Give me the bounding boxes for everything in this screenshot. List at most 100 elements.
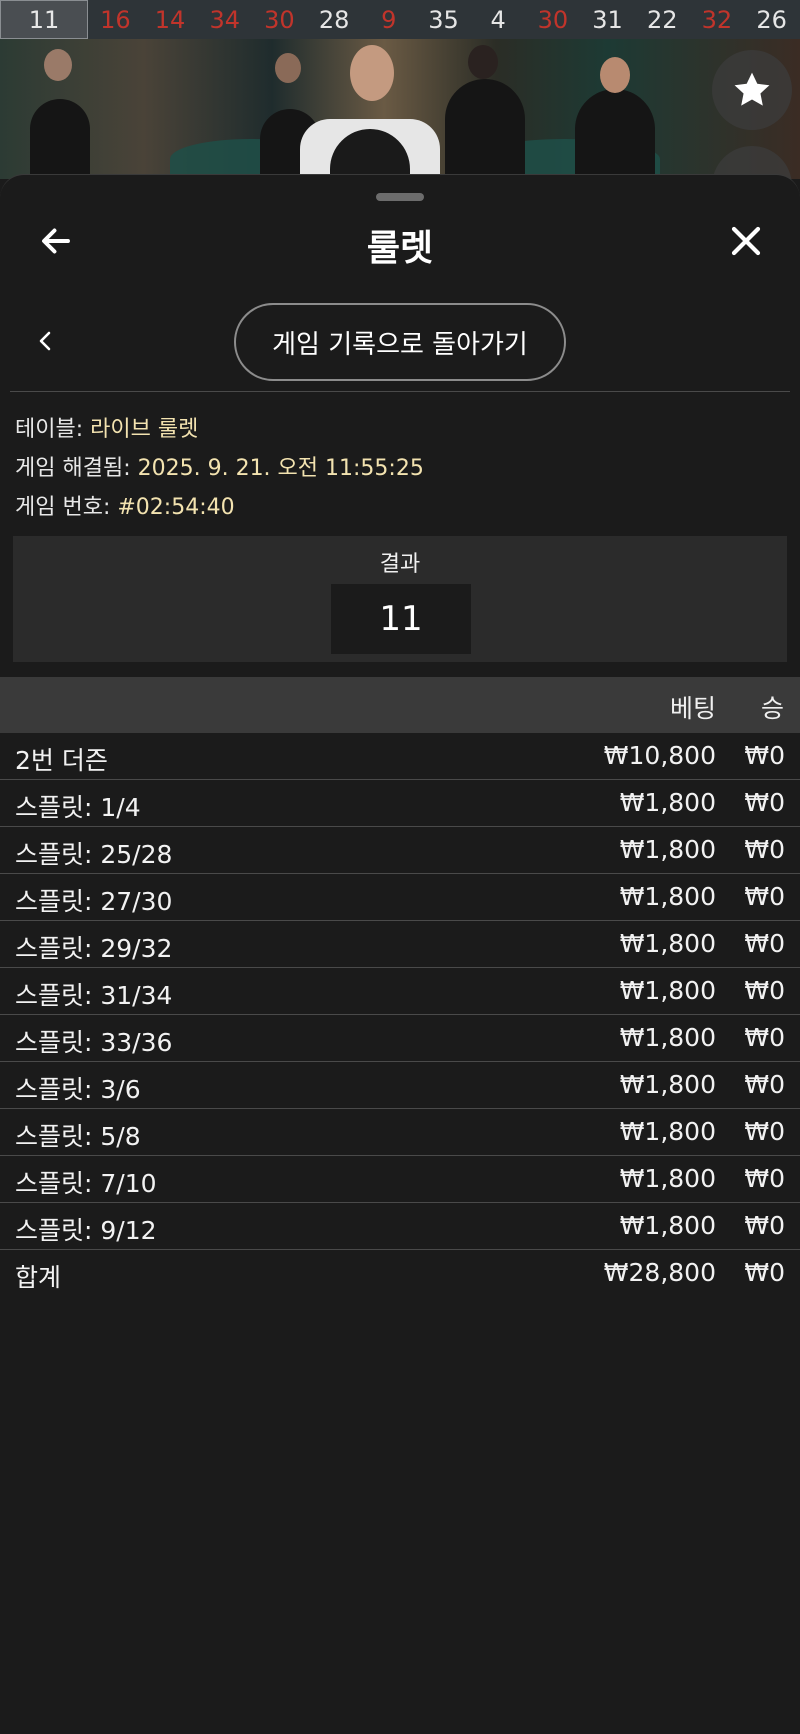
table-row: 스플릿: 7/10 ₩1,800 ₩0 xyxy=(0,1156,800,1203)
dealer-figure xyxy=(445,79,525,179)
table-row: 스플릿: 33/36 ₩1,800 ₩0 xyxy=(0,1015,800,1062)
game-details-sheet: 룰렛 게임 기록으로 돌아가기 테이블: 라이브 룰렛 게임 해결됨: 2025… xyxy=(0,174,800,1734)
bet-amount: ₩1,800 xyxy=(619,788,716,817)
bets-table-header: 베팅 승 xyxy=(0,677,800,733)
dealer-head xyxy=(350,45,394,101)
recent-result: 4 xyxy=(490,5,506,34)
chevron-left-button[interactable] xyxy=(26,321,66,361)
bet-name: 스플릿: 3/6 xyxy=(15,1075,141,1104)
dealer-head xyxy=(600,57,630,93)
bet-name: 스플릿: 9/12 xyxy=(15,1216,157,1245)
close-icon xyxy=(731,226,761,256)
table-row: 스플릿: 31/34 ₩1,800 ₩0 xyxy=(0,968,800,1015)
bet-win: ₩0 xyxy=(744,929,785,958)
close-button[interactable] xyxy=(722,217,770,265)
resolved-label: 게임 해결됨: xyxy=(15,456,131,481)
table-label: 테이블: xyxy=(15,417,84,442)
bet-win: ₩0 xyxy=(744,1117,785,1146)
live-video-background xyxy=(0,39,800,179)
bet-win: ₩0 xyxy=(744,1164,785,1193)
bet-amount: ₩1,800 xyxy=(619,1164,716,1193)
bet-win: ₩0 xyxy=(744,835,785,864)
header-bet: 베팅 xyxy=(669,694,716,723)
table-row: 스플릿: 25/28 ₩1,800 ₩0 xyxy=(0,827,800,874)
bet-amount: ₩1,800 xyxy=(619,882,716,911)
recent-result: 34 xyxy=(209,5,240,34)
bet-name: 2번 더즌 xyxy=(15,746,108,775)
bet-name: 스플릿: 5/8 xyxy=(15,1122,141,1151)
table-row: 2번 더즌 ₩10,800 ₩0 xyxy=(0,733,800,780)
recent-result: 35 xyxy=(428,5,459,34)
recent-result: 26 xyxy=(756,5,787,34)
dealer-figure xyxy=(30,99,90,179)
bet-win: ₩0 xyxy=(744,1070,785,1099)
bet-name: 스플릿: 29/32 xyxy=(15,934,173,963)
total-label: 합계 xyxy=(15,1263,62,1292)
bet-win: ₩0 xyxy=(744,1211,785,1240)
bet-amount: ₩1,800 xyxy=(619,976,716,1005)
bet-amount: ₩1,800 xyxy=(619,929,716,958)
bet-amount: ₩1,800 xyxy=(619,1117,716,1146)
bet-amount: ₩1,800 xyxy=(619,1211,716,1240)
dealer-head xyxy=(275,53,301,83)
recent-result: 28 xyxy=(318,5,350,34)
page-title: 룰렛 xyxy=(366,228,434,269)
chevron-left-icon xyxy=(39,331,51,351)
recent-results-strip: 11 16 14 34 30 28 9 35 4 30 31 22 32 26 xyxy=(0,0,800,39)
result-panel: 결과 11 xyxy=(13,536,787,662)
favorite-button[interactable] xyxy=(712,50,792,130)
bet-name: 스플릿: 1/4 xyxy=(15,793,141,822)
back-to-history-button[interactable]: 게임 기록으로 돌아가기 xyxy=(234,303,566,381)
dealer-head xyxy=(44,49,72,81)
total-row: 합계 ₩28,800 ₩0 xyxy=(0,1250,800,1297)
sheet-header: 룰렛 xyxy=(0,207,800,287)
recent-result: 9 xyxy=(381,5,397,34)
game-number-info: 게임 번호: #02:54:40 xyxy=(15,489,235,521)
recent-result: 22 xyxy=(646,5,678,34)
table-row: 스플릿: 29/32 ₩1,800 ₩0 xyxy=(0,921,800,968)
history-nav-row: 게임 기록으로 돌아가기 xyxy=(0,301,800,381)
star-icon xyxy=(734,72,770,106)
table-row: 스플릿: 1/4 ₩1,800 ₩0 xyxy=(0,780,800,827)
dealer-figure xyxy=(575,89,655,179)
table-value: 라이브 룰렛 xyxy=(90,417,199,442)
bet-name: 스플릿: 25/28 xyxy=(15,840,173,869)
header-win: 승 xyxy=(760,694,784,723)
game-number-label: 게임 번호: xyxy=(15,495,111,520)
table-row: 스플릿: 9/12 ₩1,800 ₩0 xyxy=(0,1203,800,1250)
bet-win: ₩0 xyxy=(744,976,785,1005)
total-bet: ₩28,800 xyxy=(603,1258,716,1287)
resolved-value: 2025. 9. 21. 오전 11:55:25 xyxy=(137,456,424,481)
resolved-info: 게임 해결됨: 2025. 9. 21. 오전 11:55:25 xyxy=(15,450,424,482)
table-info: 테이블: 라이브 룰렛 xyxy=(15,411,198,443)
bet-amount: ₩10,800 xyxy=(603,741,716,770)
bets-table: 2번 더즌 ₩10,800 ₩0 스플릿: 1/4 ₩1,800 ₩0 스플릿:… xyxy=(0,733,800,1297)
table-row: 스플릿: 27/30 ₩1,800 ₩0 xyxy=(0,874,800,921)
total-win: ₩0 xyxy=(744,1258,785,1287)
result-label: 결과 xyxy=(379,552,421,577)
bet-win: ₩0 xyxy=(744,788,785,817)
recent-result: 30 xyxy=(537,5,569,34)
bet-amount: ₩1,800 xyxy=(619,1023,716,1052)
dealer-head xyxy=(468,45,498,79)
recent-result: 31 xyxy=(592,5,623,34)
recent-result: 30 xyxy=(264,5,295,34)
bet-win: ₩0 xyxy=(744,1023,785,1052)
recent-result: 32 xyxy=(701,5,733,34)
table-row: 스플릿: 3/6 ₩1,800 ₩0 xyxy=(0,1062,800,1109)
table-row: 스플릿: 5/8 ₩1,800 ₩0 xyxy=(0,1109,800,1156)
result-number: 11 xyxy=(331,584,471,654)
bet-amount: ₩1,800 xyxy=(619,1070,716,1099)
bet-win: ₩0 xyxy=(744,882,785,911)
divider xyxy=(10,391,790,392)
bet-name: 스플릿: 27/30 xyxy=(15,887,173,916)
recent-result-current: 11 xyxy=(0,0,88,39)
recent-result: 14 xyxy=(154,5,186,34)
bet-name: 스플릿: 7/10 xyxy=(15,1169,157,1198)
drag-handle[interactable] xyxy=(376,193,424,201)
bet-win: ₩0 xyxy=(744,741,785,770)
bet-amount: ₩1,800 xyxy=(619,835,716,864)
game-number-value: #02:54:40 xyxy=(117,495,235,520)
bet-name: 스플릿: 33/36 xyxy=(15,1028,173,1057)
recent-result: 16 xyxy=(100,5,131,34)
